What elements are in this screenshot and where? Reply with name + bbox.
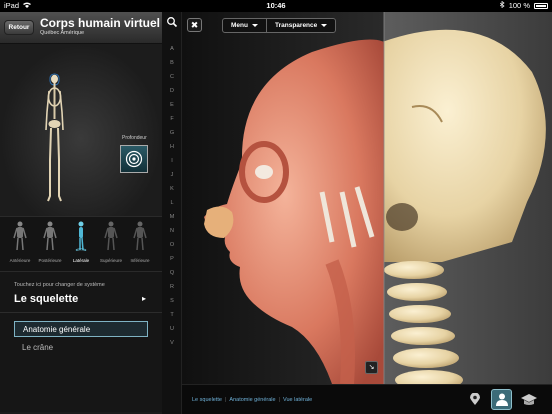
body-front-icon [13,221,27,251]
breadcrumb-item[interactable]: Anatomie générale [229,397,275,403]
depth-label: Profondeur [122,135,147,141]
alphabet-letter[interactable]: E [162,98,182,112]
breadcrumb-separator: | [224,397,227,403]
alphabet-letter[interactable]: V [162,336,182,350]
view-inferior[interactable]: Inférieure [126,221,154,263]
transparency-label: Transparence [274,22,318,29]
alphabet-letter[interactable]: R [162,280,182,294]
alphabet-letter[interactable]: B [162,56,182,70]
alphabet-letter[interactable]: D [162,84,182,98]
bottom-bar: Le squelette | Anatomie générale | Vue l… [182,384,552,414]
system-panel: Touchez ici pour changer de système Le s… [0,272,162,412]
alphabet-letter[interactable]: L [162,196,182,210]
view-label: Supérieure [99,258,122,263]
alphabet-letter[interactable]: O [162,238,182,252]
view-label: Antérieure [9,258,31,263]
transparency-dropdown[interactable]: Transparence [265,19,335,32]
alphabet-letter[interactable]: H [162,140,182,154]
menu-label: Menu [231,22,248,29]
caret-down-icon [251,24,258,27]
person-button[interactable] [491,389,512,410]
view-lateral[interactable]: Latérale [67,221,95,263]
bluetooth-icon [499,0,505,10]
person-icon [495,393,508,406]
skeleton-thumbnail-icon [45,73,64,202]
alphabet-letter[interactable]: N [162,224,182,238]
alphabet-letter[interactable]: P [162,252,182,266]
view-label: Latérale [72,258,90,263]
menu-item-general-anatomy[interactable]: Anatomie générale [14,321,148,337]
caret-down-icon [321,24,328,27]
view-posterior[interactable]: Postérieure [36,221,64,263]
view-selector: Antérieure Postérieure Latérale Supérieu… [0,216,162,272]
system-hint[interactable]: Touchez ici pour changer de système [14,282,105,288]
back-button[interactable]: Retour [4,20,34,35]
location-pin-button[interactable] [464,389,485,410]
anatomy-head-model[interactable] [182,12,552,384]
divider [0,312,162,313]
alphabet-letters: ABCDEFGHIJKLMNOPQRSTUV [162,42,182,350]
breadcrumb-item[interactable]: Vue latérale [283,397,312,403]
app-title: Corps humain virtuel [40,16,161,30]
view-label: Inférieure [130,258,150,263]
depth-button[interactable] [120,145,148,173]
alphabet-letter[interactable]: G [162,126,182,140]
alphabet-letter[interactable]: C [162,70,182,84]
alphabet-letter[interactable]: A [162,42,182,56]
app-subtitle: Québec Amérique [40,30,85,36]
body-back-icon [43,221,57,251]
body-preview[interactable]: Profondeur [0,44,162,216]
body-top-icon [104,221,118,251]
alphabet-letter[interactable]: T [162,308,182,322]
system-name[interactable]: Le squelette [14,293,78,305]
menu-dropdown[interactable]: Menu [223,19,266,32]
graduation-cap-icon [520,393,537,405]
breadcrumb-item[interactable]: Le squelette [192,397,222,403]
close-button[interactable]: ✖ [187,18,202,32]
search-icon[interactable] [166,15,178,28]
chevron-right-icon[interactable]: ▸ [142,294,146,303]
clock: 10:46 [266,1,286,10]
alphabet-letter[interactable]: I [162,154,182,168]
alphabet-letter[interactable]: K [162,182,182,196]
alphabet-letter[interactable]: Q [162,266,182,280]
alphabet-letter[interactable]: U [162,322,182,336]
left-panel: Retour Corps humain virtuel Québec Améri… [0,12,162,414]
body-bottom-icon [133,221,147,251]
app-header: Retour Corps humain virtuel Québec Améri… [0,12,162,44]
view-label: Postérieure [38,258,62,263]
expand-icon[interactable]: ↘ [365,361,378,374]
alphabet-letter[interactable]: S [162,294,182,308]
view-superior[interactable]: Supérieure [97,221,125,263]
body-side-icon [75,221,87,252]
menu-item-skull[interactable]: Le crâne [14,340,148,356]
quiz-button[interactable] [518,389,539,410]
view-anterior[interactable]: Antérieure [6,221,34,263]
battery-icon [534,2,548,9]
breadcrumb: Le squelette | Anatomie générale | Vue l… [192,397,312,403]
breadcrumb-separator: | [278,397,281,403]
battery-label: 100 % [508,1,530,10]
alphabet-letter[interactable]: J [162,168,182,182]
alphabet-letter[interactable]: F [162,112,182,126]
main-3d-view[interactable]: ✖ Menu Transparence ↘ Le squelette | Ana… [182,12,552,414]
status-bar: iPad 10:46 100 % [0,0,552,12]
map-pin-icon [469,393,480,405]
alphabet-index: ABCDEFGHIJKLMNOPQRSTUV [162,12,182,414]
alphabet-letter[interactable]: M [162,210,182,224]
target-icon [125,150,143,168]
view-toolbar: Menu Transparence [222,18,337,33]
